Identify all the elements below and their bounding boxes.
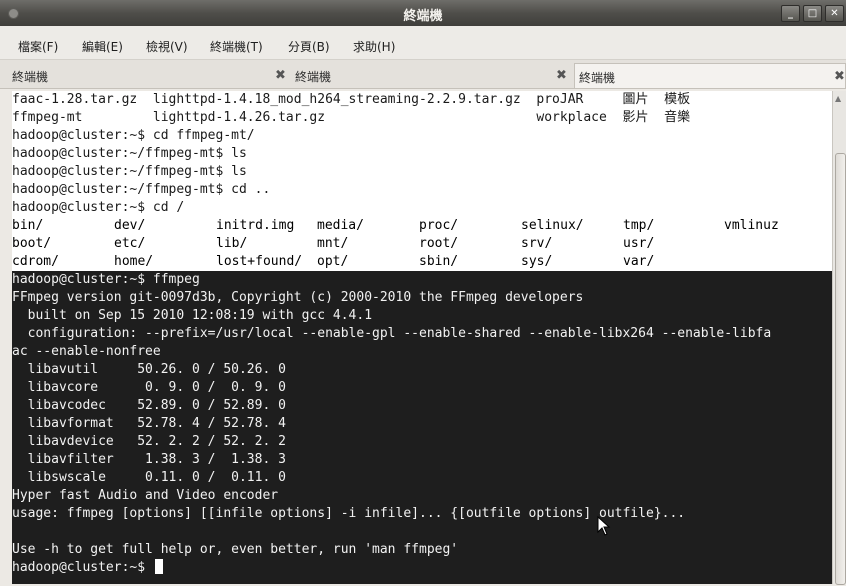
ls-entry: vmlinuz	[724, 218, 779, 233]
scroll-up-icon[interactable]: ▲	[835, 94, 841, 103]
terminal-line: built on Sep 15 2010 12:08:19 with gcc 4…	[12, 308, 373, 323]
tab-terminal-2[interactable]: 終端機 ✖	[291, 63, 573, 87]
terminal-line: hadoop@cluster:~$ cd ffmpeg-mt/	[12, 128, 255, 143]
terminal-line: configuration: --prefix=/usr/local --ena…	[12, 326, 772, 341]
ls-entry: mnt/	[317, 236, 349, 251]
prompt: hadoop@cluster:~$	[12, 560, 153, 575]
ls-entry: opt/	[317, 254, 349, 269]
tab-label: 終端機	[12, 70, 49, 84]
ls-row: cdrom/ home/ lost+found/ opt/ sbin/ sys/…	[12, 253, 840, 271]
ls-entry: usr/	[623, 236, 655, 251]
prompt-line[interactable]: hadoop@cluster:~$	[12, 559, 840, 577]
ls-entry: sys/	[521, 254, 553, 269]
ls-entry: home/	[114, 254, 154, 269]
terminal-selection: hadoop@cluster:~$ ffmpeg FFmpeg version …	[12, 271, 840, 584]
terminal-line: hadoop@cluster:~$ cd /	[12, 200, 185, 215]
terminal-line: libswscale 0.11. 0 / 0.11. 0	[12, 470, 286, 485]
ls-entry: media/	[317, 218, 364, 233]
terminal-line: faac-1.28.tar.gz lighttpd-1.4.18_mod_h26…	[12, 92, 691, 107]
ls-entry: lib/	[216, 236, 248, 251]
ls-entry: selinux/	[521, 218, 584, 233]
terminal-line: usage: ffmpeg [options] [[infile options…	[12, 506, 686, 521]
terminal-line: hadoop@cluster:~/ffmpeg-mt$ ls	[12, 164, 247, 179]
tab-label: 終端機	[579, 71, 616, 85]
ls-entry: proc/	[419, 218, 459, 233]
window-title: 終端機	[403, 9, 443, 24]
ls-entry: initrd.img	[216, 218, 295, 233]
terminal-line: libavformat 52.78. 4 / 52.78. 4	[12, 416, 286, 431]
terminal-line: hadoop@cluster:~/ffmpeg-mt$ cd ..	[12, 182, 271, 197]
tab-terminal-1[interactable]: 終端機 ✖	[8, 63, 290, 87]
menu-file[interactable]: 檔案(F)	[18, 38, 58, 55]
tab-bar: 終端機 ✖ 終端機 ✖ 終端機 ✖	[0, 60, 846, 89]
terminal-line: Use -h to get full help or, even better,…	[12, 542, 459, 557]
terminal-line: Hyper fast Audio and Video encoder	[12, 488, 279, 503]
ls-entry: lost+found/	[216, 254, 303, 269]
minimize-button[interactable]: _	[781, 5, 800, 22]
terminal-area[interactable]: faac-1.28.tar.gz lighttpd-1.4.18_mod_h26…	[12, 91, 840, 584]
terminal-line: hadoop@cluster:~/ffmpeg-mt$ ls	[12, 146, 247, 161]
terminal-line: libavcodec 52.89. 0 / 52.89. 0	[12, 398, 286, 413]
terminal-line: libavcore 0. 9. 0 / 0. 9. 0	[12, 380, 286, 395]
ls-entry: root/	[419, 236, 459, 251]
ls-entry: boot/	[12, 236, 52, 251]
text-cursor	[154, 559, 163, 574]
maximize-button[interactable]: □	[803, 5, 822, 22]
menu-tabs[interactable]: 分頁(B)	[288, 38, 330, 55]
terminal-line: FFmpeg version git-0097d3b, Copyright (c…	[12, 290, 584, 305]
close-tab-icon[interactable]: ✖	[275, 68, 286, 83]
menu-view[interactable]: 檢視(V)	[146, 38, 188, 55]
menu-bar: 檔案(F) 編輯(E) 檢視(V) 終端機(T) 分頁(B) 求助(H)	[0, 26, 846, 60]
ls-row: bin/ dev/ initrd.img media/ proc/ selinu…	[12, 217, 840, 235]
menu-help[interactable]: 求助(H)	[353, 38, 395, 55]
close-button[interactable]: ✕	[825, 5, 844, 22]
menu-edit[interactable]: 編輯(E)	[82, 38, 123, 55]
tab-terminal-3[interactable]: 終端機 ✖	[574, 63, 846, 88]
close-tab-icon[interactable]: ✖	[556, 68, 567, 83]
terminal-line: libavutil 50.26. 0 / 50.26. 0	[12, 362, 286, 377]
scrollbar[interactable]: ▲	[832, 91, 846, 585]
ls-entry: sbin/	[419, 254, 459, 269]
tab-label: 終端機	[295, 70, 332, 84]
menu-terminal[interactable]: 終端機(T)	[210, 38, 263, 55]
mouse-pointer-icon	[597, 515, 611, 539]
close-tab-icon[interactable]: ✖	[834, 69, 845, 84]
terminal-line: hadoop@cluster:~$ ffmpeg	[12, 272, 200, 287]
terminal-history: faac-1.28.tar.gz lighttpd-1.4.18_mod_h26…	[12, 91, 840, 271]
terminal-line: ffmpeg-mt lighttpd-1.4.26.tar.gz workpla…	[12, 110, 691, 125]
ls-entry: etc/	[114, 236, 146, 251]
terminal-line: libavdevice 52. 2. 2 / 52. 2. 2	[12, 434, 286, 449]
ls-entry: srv/	[521, 236, 553, 251]
terminal-line: libavfilter 1.38. 3 / 1.38. 3	[12, 452, 286, 467]
scrollbar-thumb[interactable]	[835, 153, 846, 585]
ls-entry: cdrom/	[12, 254, 59, 269]
ls-entry: tmp/	[623, 218, 655, 233]
window-titlebar[interactable]: 終端機 _ □ ✕	[0, 0, 846, 26]
ls-entry: bin/	[12, 218, 44, 233]
ls-entry: dev/	[114, 218, 146, 233]
ls-row: boot/ etc/ lib/ mnt/ root/ srv/ usr/	[12, 235, 840, 253]
terminal-line: ac --enable-nonfree	[12, 344, 161, 359]
ls-entry: var/	[623, 254, 655, 269]
